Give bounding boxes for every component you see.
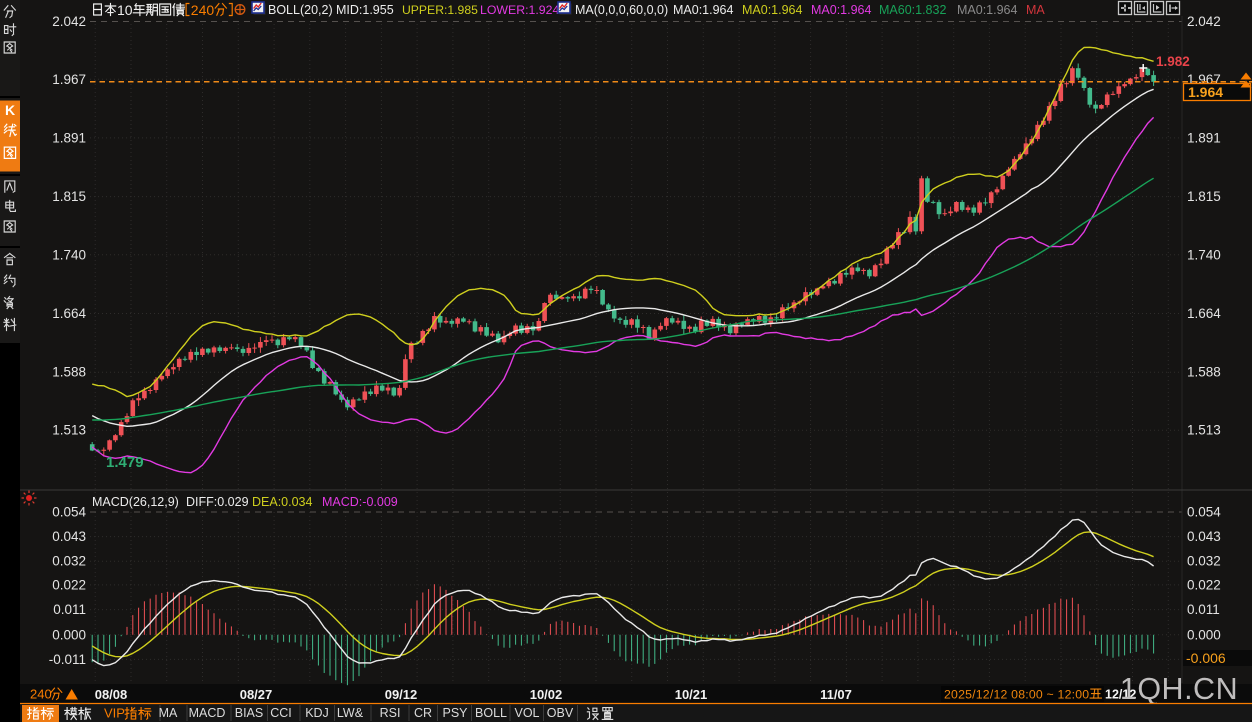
svg-text:MA: MA <box>1026 3 1045 17</box>
svg-text:2.042: 2.042 <box>52 14 86 29</box>
svg-text:MA(0,0,0,60,0,0): MA(0,0,0,60,0,0) <box>575 3 668 17</box>
svg-text:2.042: 2.042 <box>1187 14 1221 29</box>
svg-text:0.011: 0.011 <box>53 602 86 617</box>
svg-text:DEA:0.034: DEA:0.034 <box>252 495 313 509</box>
svg-text:0.000: 0.000 <box>1187 627 1221 642</box>
svg-text:1.964: 1.964 <box>1188 84 1223 100</box>
svg-text:MA0:1.964: MA0:1.964 <box>742 3 803 17</box>
svg-text:MID:1.955: MID:1.955 <box>336 3 394 17</box>
svg-text:KDJ: KDJ <box>305 706 329 720</box>
svg-text:0.022: 0.022 <box>52 577 86 592</box>
svg-text:MA60:1.832: MA60:1.832 <box>879 3 946 17</box>
svg-text:BOLL: BOLL <box>475 706 507 720</box>
svg-text:1.588: 1.588 <box>1187 365 1221 380</box>
svg-text:1.815: 1.815 <box>1187 189 1221 204</box>
svg-text:10/02: 10/02 <box>530 687 563 702</box>
svg-text:UPPER:1.985: UPPER:1.985 <box>402 3 478 17</box>
svg-text:1.588: 1.588 <box>52 365 86 380</box>
svg-text:BOLL(20,2): BOLL(20,2) <box>268 3 333 17</box>
svg-text:-0.006: -0.006 <box>1186 650 1226 666</box>
svg-text:0.054: 0.054 <box>52 505 86 520</box>
svg-text:09/12: 09/12 <box>385 687 418 702</box>
svg-text:2025/12/12 08:00 ~ 12:00: 2025/12/12 08:00 ~ 12:00 <box>944 688 1089 702</box>
svg-text:1.664: 1.664 <box>52 306 86 321</box>
svg-text:PSY: PSY <box>442 706 468 720</box>
svg-text:MA0:1.964: MA0:1.964 <box>673 3 734 17</box>
svg-text:OBV: OBV <box>547 706 574 720</box>
svg-text:LW&: LW& <box>337 706 364 720</box>
svg-text:MACD:-0.009: MACD:-0.009 <box>322 495 398 509</box>
svg-text:08/27: 08/27 <box>240 687 273 702</box>
svg-text:1.815: 1.815 <box>52 189 86 204</box>
svg-text:1.967: 1.967 <box>52 72 86 87</box>
svg-text:10/21: 10/21 <box>675 687 708 702</box>
svg-text:-0.011: -0.011 <box>49 652 86 667</box>
svg-text:VIP: VIP <box>104 706 125 721</box>
svg-text:1.513: 1.513 <box>52 423 86 438</box>
svg-text:MA0:1.964: MA0:1.964 <box>957 3 1018 17</box>
svg-text:1.664: 1.664 <box>1187 306 1221 321</box>
svg-text:0.043: 0.043 <box>1187 529 1221 544</box>
svg-text:10: 10 <box>117 2 133 18</box>
svg-text:BIAS: BIAS <box>235 706 264 720</box>
svg-text:1.513: 1.513 <box>1187 423 1221 438</box>
svg-text:MACD(26,12,9): MACD(26,12,9) <box>92 495 179 509</box>
svg-text:VOL: VOL <box>514 706 539 720</box>
svg-text:1.740: 1.740 <box>52 247 86 262</box>
svg-text:1QH.CN: 1QH.CN <box>1120 672 1238 706</box>
svg-text:MA0:1.964: MA0:1.964 <box>811 3 872 17</box>
svg-text:0.000: 0.000 <box>52 627 86 642</box>
svg-text:1.891: 1.891 <box>52 130 86 145</box>
svg-text:240: 240 <box>191 2 215 18</box>
svg-text:RSI: RSI <box>380 706 401 720</box>
svg-text:CR: CR <box>414 706 432 720</box>
svg-text:1.740: 1.740 <box>1187 247 1221 262</box>
svg-text:0.011: 0.011 <box>1187 602 1220 617</box>
svg-text:08/08: 08/08 <box>95 687 128 702</box>
svg-text:0.032: 0.032 <box>1187 554 1221 569</box>
svg-text:11/07: 11/07 <box>820 687 852 702</box>
svg-text:1.982: 1.982 <box>1156 54 1190 69</box>
svg-text:1.479: 1.479 <box>106 454 144 471</box>
svg-text:0.054: 0.054 <box>1187 505 1221 520</box>
svg-text:CCI: CCI <box>270 706 292 720</box>
svg-text:1.891: 1.891 <box>1187 130 1221 145</box>
svg-text:0.043: 0.043 <box>52 529 86 544</box>
svg-text:MACD: MACD <box>189 706 226 720</box>
svg-text:DIFF:0.029: DIFF:0.029 <box>186 495 249 509</box>
svg-text:0.022: 0.022 <box>1187 577 1221 592</box>
svg-text:LOWER:1.924: LOWER:1.924 <box>480 3 559 17</box>
svg-text:240: 240 <box>30 687 52 702</box>
svg-text:MA: MA <box>159 706 178 720</box>
svg-text:K: K <box>5 102 15 118</box>
svg-text:0.032: 0.032 <box>52 554 86 569</box>
